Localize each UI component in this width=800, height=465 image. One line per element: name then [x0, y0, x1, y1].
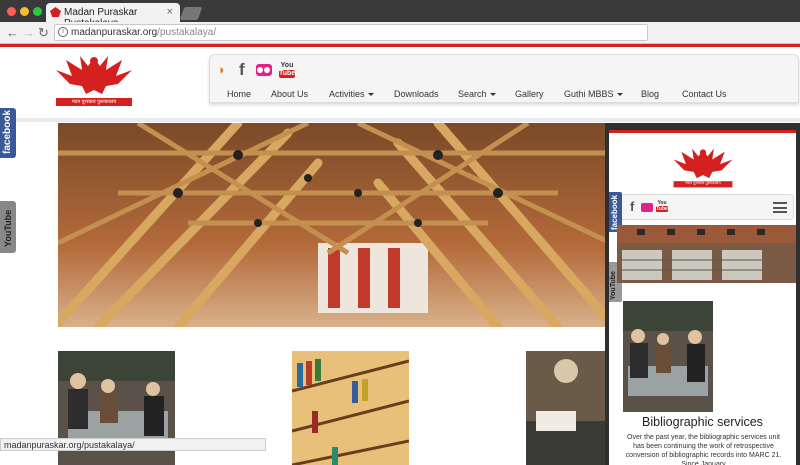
reload-button[interactable]: ↻ [38, 25, 49, 41]
nav-item-gallery[interactable]: Gallery [515, 89, 544, 99]
forward-button[interactable]: → [22, 25, 35, 41]
mobile-nav: f You Tube [611, 194, 794, 220]
flickr-icon[interactable] [641, 203, 653, 212]
back-button[interactable]: ← [6, 25, 19, 41]
gallery-thumbnail[interactable] [292, 351, 409, 465]
close-window-button[interactable] [7, 7, 16, 16]
rss-icon[interactable]: ◗ [218, 63, 232, 77]
site-info-icon[interactable]: i [58, 27, 68, 37]
facebook-sidebar-button[interactable]: facebook [0, 108, 16, 158]
flickr-icon[interactable] [256, 64, 272, 76]
maximize-window-button[interactable] [33, 7, 42, 16]
minimize-window-button[interactable] [20, 7, 29, 16]
nav-item-activities-label: Activities [329, 89, 365, 99]
mobile-preview: मदन पुरस्कार पुस्तकालय f You Tube faceboo… [605, 123, 800, 465]
main-navigation: ◗ f You Tube Home About Us Activities Dow… [209, 54, 799, 103]
nav-item-guthi-mbbs[interactable]: Guthi MBBS [564, 89, 623, 99]
youtube-sidebar-button[interactable]: YouTube [0, 201, 16, 253]
youtube-icon-text-top: You [280, 62, 294, 69]
mobile-red-bar [609, 130, 796, 133]
nav-item-search-label: Search [458, 89, 487, 99]
hamburger-menu-icon[interactable] [773, 202, 787, 213]
facebook-icon[interactable]: f [239, 60, 249, 80]
youtube-icon[interactable]: You Tube [656, 200, 668, 214]
nav-item-activities[interactable]: Activities [329, 89, 374, 99]
address-bar[interactable]: i madanpuraskar.org/pustakalaya/ [54, 24, 648, 41]
nav-item-home[interactable]: Home [227, 89, 251, 99]
browser-chrome: Madan Puraskar Pustakalaya × ← → ↻ i mad… [0, 0, 800, 44]
tab-close-icon[interactable]: × [167, 6, 173, 18]
chevron-down-icon [367, 93, 374, 96]
mobile-library-image [617, 225, 796, 283]
site-favicon-icon [50, 7, 61, 17]
mobile-section-title: Bibliographic services [642, 415, 763, 429]
nav-item-about-us[interactable]: About Us [271, 89, 308, 99]
nav-menu: Home About Us Activities Downloads Searc… [210, 86, 798, 104]
site-logo[interactable]: मदन पुरस्कार पुस्तकालय [54, 52, 134, 110]
youtube-icon[interactable]: You Tube [279, 62, 295, 78]
chevron-down-icon [489, 93, 496, 96]
nav-item-guthi-mbbs-label: Guthi MBBS [564, 89, 614, 99]
url-domain: madanpuraskar.org [71, 27, 158, 38]
mobile-logo-caption: मदन पुरस्कार पुस्तकालय [685, 180, 721, 185]
youtube-icon-text-bottom: Tube [279, 70, 296, 78]
browser-toolbar: ← → ↻ i madanpuraskar.org/pustakalaya/ [0, 22, 800, 44]
chevron-down-icon [616, 93, 623, 96]
mobile-youtube-label: YouTube [610, 271, 617, 300]
browser-tab[interactable]: Madan Puraskar Pustakalaya × [46, 3, 180, 29]
mobile-people-image [623, 301, 713, 412]
social-links: ◗ f You Tube [218, 59, 295, 81]
youtube-sidebar-label: YouTube [3, 209, 13, 247]
mobile-section-text: Over the past year, the bibliographic se… [625, 434, 782, 465]
tab-bar: Madan Puraskar Pustakalaya × [0, 0, 800, 29]
nav-item-contact-us[interactable]: Contact Us [682, 89, 727, 99]
nav-item-blog[interactable]: Blog [641, 89, 659, 99]
facebook-icon[interactable]: f [630, 199, 634, 214]
mobile-screen: मदन पुरस्कार पुस्तकालय f You Tube faceboo… [609, 130, 796, 465]
facebook-sidebar-label: facebook [2, 110, 13, 154]
browser-status-bar: madanpuraskar.org/pustakalaya/ [0, 438, 266, 451]
header-divider [0, 118, 800, 122]
top-red-bar [0, 44, 800, 47]
mobile-site-logo[interactable]: मदन पुरस्कार पुस्तकालय [672, 144, 734, 192]
logo-caption: मदन पुरस्कार पुस्तकालय [71, 99, 117, 105]
new-tab-button[interactable] [179, 7, 203, 20]
nav-item-search[interactable]: Search [458, 89, 496, 99]
url-path: /pustakalaya/ [157, 27, 217, 38]
gallery-thumbnail[interactable] [526, 351, 606, 465]
nav-item-downloads[interactable]: Downloads [394, 89, 439, 99]
hero-image [58, 123, 611, 327]
